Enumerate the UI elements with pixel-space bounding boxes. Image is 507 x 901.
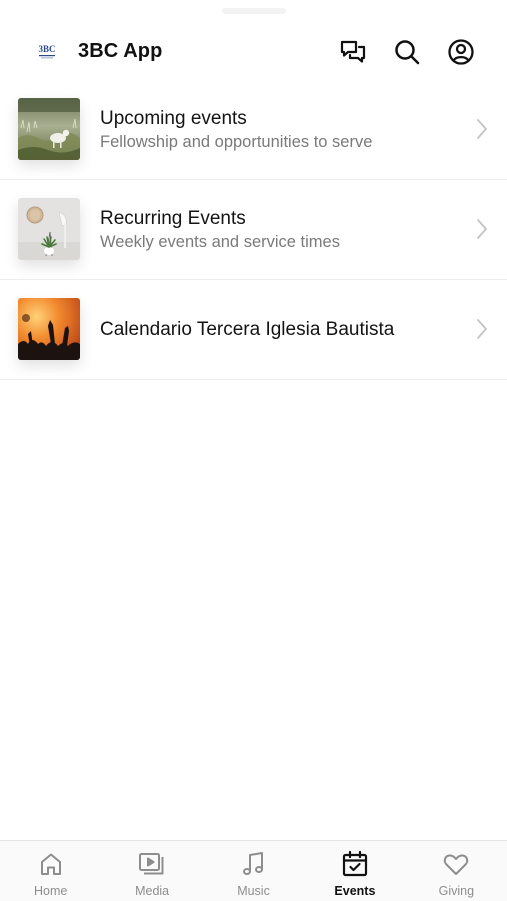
heart-icon	[441, 849, 471, 879]
tab-label: Media	[135, 884, 170, 898]
bottom-tab-bar: Home Media Music Events Giving	[0, 840, 507, 901]
events-list: Upcoming events Fellowship and opportuni…	[0, 80, 507, 380]
chevron-right-icon	[475, 317, 489, 341]
goat-in-field-thumbnail	[18, 98, 80, 160]
chat-icon[interactable]	[338, 37, 368, 67]
app-header: 3BC 3BC App	[0, 0, 507, 90]
list-item-upcoming-events[interactable]: Upcoming events Fellowship and opportuni…	[0, 80, 507, 180]
app-logo: 3BC	[36, 40, 58, 62]
tab-label: Music	[237, 884, 270, 898]
chevron-right-icon	[475, 217, 489, 241]
media-icon	[137, 849, 167, 879]
tab-label: Home	[34, 884, 68, 898]
item-subtitle: Fellowship and opportunities to serve	[100, 133, 373, 151]
tab-label: Events	[334, 884, 376, 898]
tab-media[interactable]: Media	[101, 841, 202, 901]
app-title: 3BC App	[78, 40, 163, 62]
chevron-right-icon	[475, 117, 489, 141]
tab-home[interactable]: Home	[0, 841, 101, 901]
plant-and-clock-thumbnail	[18, 198, 80, 260]
music-icon	[239, 849, 269, 879]
status-indicator	[222, 8, 286, 14]
item-title: Recurring Events	[100, 208, 246, 229]
tab-label: Giving	[438, 884, 475, 898]
tab-giving[interactable]: Giving	[406, 841, 507, 901]
list-item-recurring-events[interactable]: Recurring Events Weekly events and servi…	[0, 180, 507, 280]
svg-text:3BC: 3BC	[38, 44, 55, 54]
home-icon	[36, 849, 66, 879]
calendar-icon	[340, 849, 370, 879]
profile-icon[interactable]	[446, 37, 476, 67]
worship-crowd-thumbnail	[18, 298, 80, 360]
list-item-calendario[interactable]: Calendario Tercera Iglesia Bautista	[0, 280, 507, 380]
item-subtitle: Weekly events and service times	[100, 233, 340, 251]
item-title: Upcoming events	[100, 108, 247, 129]
tab-events[interactable]: Events	[304, 841, 405, 901]
search-icon[interactable]	[392, 37, 422, 67]
tab-music[interactable]: Music	[203, 841, 304, 901]
item-title: Calendario Tercera Iglesia Bautista	[100, 319, 395, 340]
